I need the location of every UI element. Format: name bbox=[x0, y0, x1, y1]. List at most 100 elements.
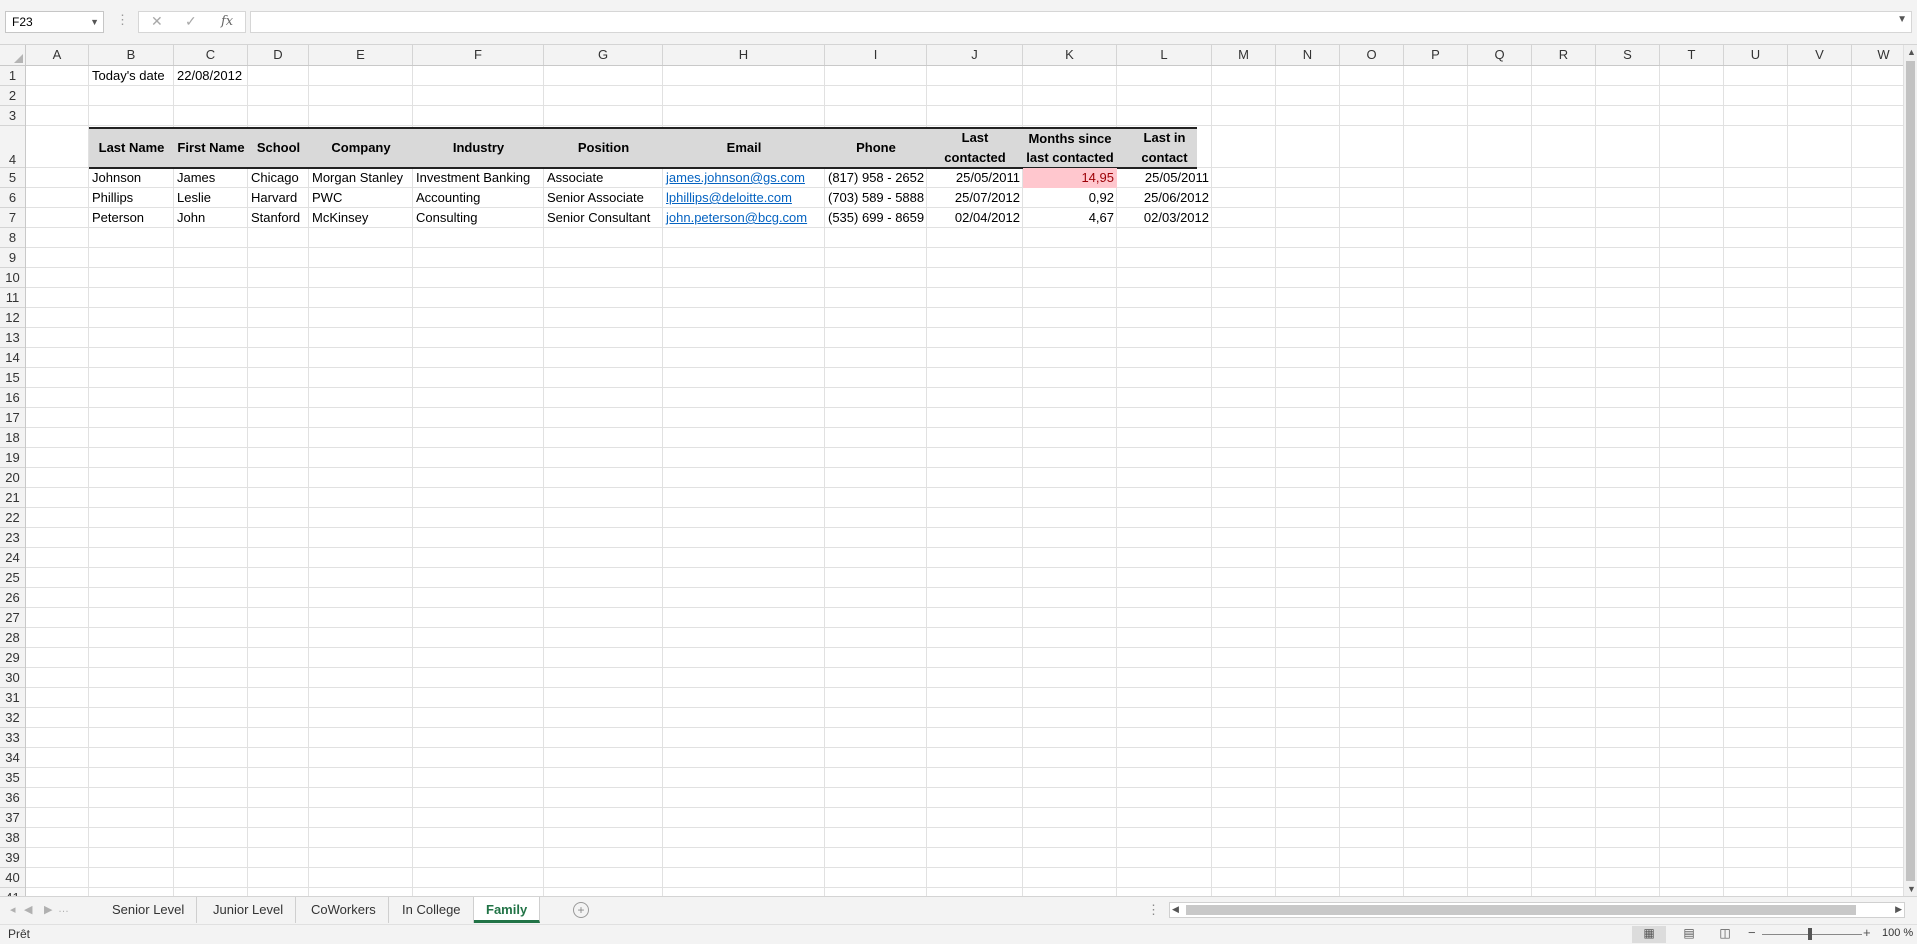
column-header-r[interactable]: R bbox=[1532, 45, 1596, 65]
column-header-b[interactable]: B bbox=[89, 45, 174, 65]
header-last-in-contact[interactable]: Last in contact bbox=[1117, 127, 1212, 169]
cell-position[interactable]: Senior Consultant bbox=[544, 208, 663, 228]
header-months-since[interactable]: Months since last contacted bbox=[1023, 127, 1117, 169]
page-break-view-icon[interactable]: ◫ bbox=[1708, 926, 1742, 943]
cell-months-since[interactable]: 0,92 bbox=[1023, 188, 1117, 208]
column-header-h[interactable]: H bbox=[663, 45, 825, 65]
cell-last-contacted[interactable]: 02/04/2012 bbox=[927, 208, 1023, 228]
row-header-20[interactable]: 20 bbox=[0, 468, 25, 488]
row-header-16[interactable]: 16 bbox=[0, 388, 25, 408]
chevron-down-icon[interactable]: ▼ bbox=[90, 12, 99, 32]
cell-company[interactable]: McKinsey bbox=[309, 208, 413, 228]
scroll-right-icon[interactable]: ▶ bbox=[1895, 904, 1902, 915]
cell-first-name[interactable]: Leslie bbox=[174, 188, 248, 208]
header-last-name[interactable]: Last Name bbox=[89, 127, 174, 169]
cell-last-contacted[interactable]: 25/05/2011 bbox=[927, 168, 1023, 188]
row-header-15[interactable]: 15 bbox=[0, 368, 25, 388]
row-header-29[interactable]: 29 bbox=[0, 648, 25, 668]
column-header-m[interactable]: M bbox=[1212, 45, 1276, 65]
row-header-26[interactable]: 26 bbox=[0, 588, 25, 608]
cell-phone[interactable]: (535) 699 - 8659 bbox=[825, 208, 927, 228]
header-email[interactable]: Email bbox=[663, 127, 825, 169]
column-header-t[interactable]: T bbox=[1660, 45, 1724, 65]
tab-junior-level[interactable]: Junior Level bbox=[201, 897, 297, 923]
row-header-39[interactable]: 39 bbox=[0, 848, 25, 868]
name-box[interactable]: F23 ▼ bbox=[5, 11, 104, 33]
cell-school[interactable]: Harvard bbox=[248, 188, 309, 208]
tab-coworkers[interactable]: CoWorkers bbox=[299, 897, 389, 923]
row-header-32[interactable]: 32 bbox=[0, 708, 25, 728]
column-header-u[interactable]: U bbox=[1724, 45, 1788, 65]
row-header-34[interactable]: 34 bbox=[0, 748, 25, 768]
cell-last-in-contact[interactable]: 02/03/2012 bbox=[1117, 208, 1212, 228]
cell-email[interactable]: lphillips@deloitte.com bbox=[663, 188, 825, 208]
row-header-8[interactable]: 8 bbox=[0, 228, 25, 248]
today-label-cell[interactable]: Today's date bbox=[89, 66, 174, 86]
row-header-21[interactable]: 21 bbox=[0, 488, 25, 508]
cell-last-in-contact[interactable]: 25/06/2012 bbox=[1117, 188, 1212, 208]
page-layout-view-icon[interactable]: ▤ bbox=[1672, 926, 1706, 943]
cell-last-name[interactable]: Johnson bbox=[89, 168, 174, 188]
row-header-31[interactable]: 31 bbox=[0, 688, 25, 708]
row-header-35[interactable]: 35 bbox=[0, 768, 25, 788]
column-header-d[interactable]: D bbox=[248, 45, 309, 65]
today-value-cell[interactable]: 22/08/2012 bbox=[174, 66, 248, 86]
row-header-12[interactable]: 12 bbox=[0, 308, 25, 328]
row-header-23[interactable]: 23 bbox=[0, 528, 25, 548]
cell-position[interactable]: Senior Associate bbox=[544, 188, 663, 208]
row-header-4[interactable]: 4 bbox=[0, 126, 25, 168]
row-header-33[interactable]: 33 bbox=[0, 728, 25, 748]
row-header-17[interactable]: 17 bbox=[0, 408, 25, 428]
row-header-13[interactable]: 13 bbox=[0, 328, 25, 348]
row-header-40[interactable]: 40 bbox=[0, 868, 25, 888]
cell-company[interactable]: PWC bbox=[309, 188, 413, 208]
column-header-p[interactable]: P bbox=[1404, 45, 1468, 65]
row-header-10[interactable]: 10 bbox=[0, 268, 25, 288]
tab-senior-level[interactable]: Senior Level bbox=[100, 897, 198, 923]
cell-school[interactable]: Stanford bbox=[248, 208, 309, 228]
row-header-3[interactable]: 3 bbox=[0, 106, 25, 126]
header-industry[interactable]: Industry bbox=[413, 127, 544, 169]
header-phone[interactable]: Phone bbox=[825, 127, 927, 169]
row-header-14[interactable]: 14 bbox=[0, 348, 25, 368]
column-header-q[interactable]: Q bbox=[1468, 45, 1532, 65]
row-header-18[interactable]: 18 bbox=[0, 428, 25, 448]
column-header-l[interactable]: L bbox=[1117, 45, 1212, 65]
column-header-n[interactable]: N bbox=[1276, 45, 1340, 65]
column-header-v[interactable]: V bbox=[1788, 45, 1852, 65]
more-sheets-icon[interactable]: … bbox=[58, 903, 69, 915]
column-header-i[interactable]: I bbox=[825, 45, 927, 65]
cell-phone[interactable]: (817) 958 - 2652 bbox=[825, 168, 927, 188]
row-header-11[interactable]: 11 bbox=[0, 288, 25, 308]
normal-view-icon[interactable]: ▦ bbox=[1632, 926, 1666, 943]
row-header-1[interactable]: 1 bbox=[0, 66, 25, 86]
cell-email[interactable]: john.peterson@bcg.com bbox=[663, 208, 825, 228]
row-header-2[interactable]: 2 bbox=[0, 86, 25, 106]
header-last-contacted[interactable]: Last contacted bbox=[927, 127, 1023, 169]
cancel-icon[interactable]: ✕ bbox=[151, 13, 163, 30]
cell-industry[interactable]: Consulting bbox=[413, 208, 544, 228]
row-header-28[interactable]: 28 bbox=[0, 628, 25, 648]
row-header-30[interactable]: 30 bbox=[0, 668, 25, 688]
zoom-in-icon[interactable]: + bbox=[1863, 925, 1871, 940]
cell-industry[interactable]: Investment Banking bbox=[413, 168, 544, 188]
scroll-up-icon[interactable]: ▲ bbox=[1907, 47, 1916, 57]
row-header-9[interactable]: 9 bbox=[0, 248, 25, 268]
cell-position[interactable]: Associate bbox=[544, 168, 663, 188]
cell-last-in-contact[interactable]: 25/05/2011 bbox=[1117, 168, 1212, 188]
row-header-37[interactable]: 37 bbox=[0, 808, 25, 828]
column-header-g[interactable]: G bbox=[544, 45, 663, 65]
scroll-left-icon[interactable]: ◀ bbox=[1172, 904, 1179, 915]
next-sheet-icon[interactable]: ▶ bbox=[44, 903, 52, 916]
cell-phone[interactable]: (703) 589 - 5888 bbox=[825, 188, 927, 208]
row-header-7[interactable]: 7 bbox=[0, 208, 25, 228]
header-school[interactable]: School bbox=[248, 127, 309, 169]
cell-company[interactable]: Morgan Stanley bbox=[309, 168, 413, 188]
first-sheet-icon[interactable]: ◂ bbox=[10, 903, 16, 916]
previous-sheet-icon[interactable]: ◀ bbox=[24, 903, 32, 916]
horizontal-scroll-thumb[interactable] bbox=[1186, 905, 1856, 915]
zoom-slider-thumb[interactable] bbox=[1808, 928, 1812, 940]
header-company[interactable]: Company bbox=[309, 127, 413, 169]
cell-school[interactable]: Chicago bbox=[248, 168, 309, 188]
row-header-22[interactable]: 22 bbox=[0, 508, 25, 528]
